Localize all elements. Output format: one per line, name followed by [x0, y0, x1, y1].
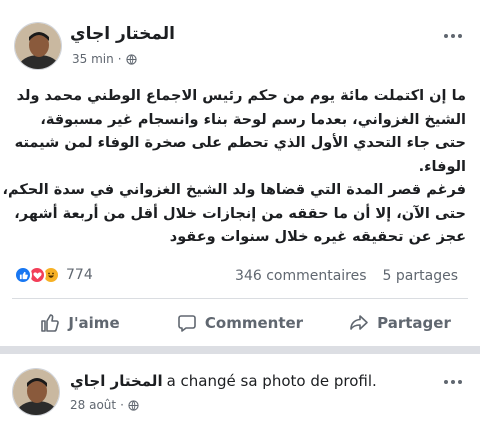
meta-separator: ·	[117, 52, 122, 66]
thumbs-up-icon	[40, 313, 60, 333]
globe-icon	[125, 53, 137, 65]
post2-header: المختار اجاي a changé sa photo de profil…	[70, 372, 377, 390]
post-actions: J'aime Commenter Partager	[0, 302, 480, 344]
globe-icon	[128, 399, 139, 411]
post-line: حتى الآن، إلا أن ما حققه من إنجازات خلال…	[14, 205, 466, 222]
engagement-counts: 346 commentaires 5 partages	[235, 268, 458, 284]
reactions-summary[interactable]: 774	[14, 266, 93, 284]
more-options-icon[interactable]	[444, 380, 462, 384]
post-line: الوفاء.	[418, 158, 466, 175]
meta-separator: ·	[120, 398, 124, 412]
comment-button[interactable]: Commenter	[160, 302, 320, 344]
share-button[interactable]: Partager	[320, 302, 480, 344]
post-line: الشيخ الغزواني، بعدما رسم لوحة بناء وانس…	[40, 111, 466, 128]
like-button[interactable]: J'aime	[0, 302, 160, 344]
post-card-2: المختار اجاي a changé sa photo de profil…	[0, 354, 480, 436]
post-meta: 28 août ·	[70, 398, 139, 412]
share-icon	[349, 313, 369, 333]
post-meta: 35 min ·	[72, 52, 137, 66]
post-time[interactable]: 28 août	[70, 398, 116, 412]
author-avatar[interactable]	[12, 368, 60, 416]
shares-count[interactable]: 5 partages	[383, 268, 458, 284]
author-name[interactable]: المختار اجاي	[70, 24, 175, 44]
post-line: ما إن اكتملت مائة يوم من حكم رئيس الاجما…	[16, 88, 466, 104]
post-card: المختار اجاي 35 min · ما إن اكتملت مائة …	[0, 0, 480, 346]
like-reaction-icon	[14, 266, 32, 284]
post-time[interactable]: 35 min	[72, 52, 114, 66]
author-name[interactable]: المختار اجاي	[70, 372, 163, 390]
divider	[12, 298, 468, 299]
comment-icon	[177, 313, 197, 333]
post-line: عجز عن تحقيقه غيره خلال سنوات وعقود	[169, 229, 466, 245]
post-line: فرغم قصر المدة التي قضاها ولد الشيخ الغز…	[2, 182, 467, 198]
comments-count[interactable]: 346 commentaires	[235, 268, 367, 284]
more-options-icon[interactable]	[444, 34, 462, 38]
comment-label: Commenter	[204, 314, 304, 332]
share-label: Partager	[377, 314, 451, 332]
like-label: J'aime	[68, 314, 120, 332]
activity-text: a changé sa photo de profil.	[166, 372, 377, 390]
post-line: حتى جاء التحدي الأول الذي تحطم على صخرة …	[14, 135, 466, 151]
author-avatar[interactable]	[14, 22, 62, 70]
post-body: ما إن اكتملت مائة يوم من حكم رئيس الاجما…	[2, 86, 467, 251]
reaction-count: 774	[66, 267, 93, 283]
